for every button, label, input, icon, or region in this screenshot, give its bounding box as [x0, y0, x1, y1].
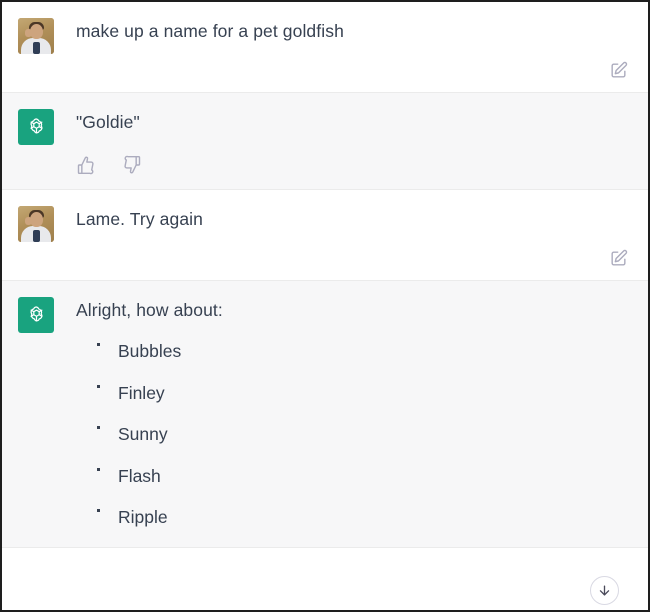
- message-actions: [2, 145, 648, 189]
- name-suggestion-list: Bubbles Finley Sunny Flash Ripple: [76, 339, 630, 530]
- list-item: Ripple: [92, 505, 630, 530]
- message-row-user: make up a name for a pet goldfish: [2, 2, 648, 92]
- message-body: Alright, how about: Bubbles Finley Sunny…: [54, 295, 630, 547]
- message-row-assistant: Alright, how about: Bubbles Finley Sunny…: [2, 280, 648, 548]
- message-text: "Goldie": [76, 112, 140, 132]
- edit-message-button[interactable]: [609, 61, 628, 80]
- thumbs-down-button[interactable]: [122, 155, 142, 175]
- message-actions: [2, 242, 648, 280]
- chatgpt-logo-icon: [18, 109, 54, 145]
- message-text: make up a name for a pet goldfish: [76, 21, 344, 41]
- conversation-thread[interactable]: make up a name for a pet goldfish "Goldi…: [2, 2, 648, 610]
- user-photo-avatar: [18, 206, 54, 242]
- list-item: Flash: [92, 464, 630, 489]
- message-row-user: Lame. Try again: [2, 190, 648, 280]
- list-item: Finley: [92, 381, 630, 406]
- user-photo-avatar: [18, 18, 54, 54]
- message-body: "Goldie": [54, 107, 630, 135]
- list-item: Bubbles: [92, 339, 630, 364]
- thumbs-up-button[interactable]: [76, 155, 96, 175]
- arrow-down-icon: [597, 583, 612, 598]
- chat-window: make up a name for a pet goldfish "Goldi…: [0, 0, 650, 612]
- message-row-assistant: "Goldie": [2, 92, 648, 190]
- list-item: Sunny: [92, 422, 630, 447]
- message-text: Alright, how about:: [76, 300, 223, 320]
- chatgpt-logo-icon: [18, 297, 54, 333]
- message-body: make up a name for a pet goldfish: [54, 16, 630, 44]
- scroll-to-bottom-button[interactable]: [590, 576, 619, 605]
- message-actions: [2, 54, 648, 92]
- message-text: Lame. Try again: [76, 209, 203, 229]
- message-body: Lame. Try again: [54, 204, 630, 232]
- edit-message-button[interactable]: [609, 249, 628, 268]
